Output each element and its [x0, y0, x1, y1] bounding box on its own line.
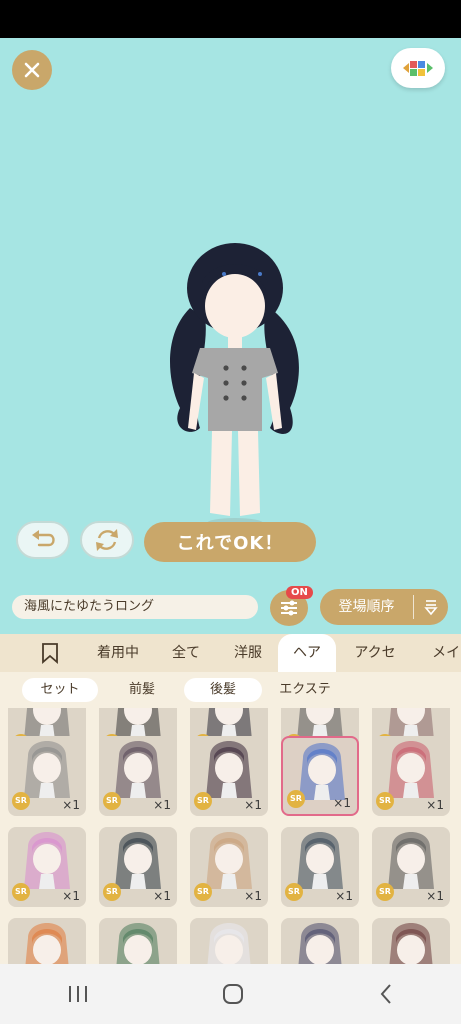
item-quantity: ×1 [426, 798, 444, 812]
hair-subtabs: セット 前髪 後髪 エクステ [0, 672, 461, 708]
item-quantity: ×1 [333, 796, 351, 810]
rarity-badge: SR [287, 790, 305, 808]
hair-thumbnail [389, 923, 433, 964]
color-palette-button[interactable] [391, 48, 445, 88]
undo-button[interactable] [16, 521, 70, 559]
rarity-badge: SR [194, 792, 212, 810]
avatar-figure [170, 243, 299, 528]
item-quantity: ×1 [62, 798, 80, 812]
rarity-badge: SR [194, 883, 212, 901]
sort-direction-toggle[interactable] [414, 598, 448, 616]
item-info-bar: 海風にたゆたうロング ON 登場順序 [0, 580, 461, 634]
hair-item-card[interactable]: SR ×1 [8, 736, 86, 816]
rarity-badge: SR [285, 883, 303, 901]
hair-thumbnail [207, 923, 251, 964]
item-quantity: ×1 [62, 889, 80, 903]
hair-item-card[interactable]: SR×1 [99, 918, 177, 964]
tab-all[interactable]: 全て [160, 634, 212, 672]
undo-icon [32, 530, 55, 547]
hair-item-card[interactable]: SR×1 [281, 918, 359, 964]
rarity-badge: SR [12, 792, 30, 810]
hair-item-card[interactable]: SR ×1 [99, 827, 177, 907]
rarity-badge: SR [103, 883, 121, 901]
close-icon [24, 62, 40, 78]
rarity-badge: SR [103, 792, 121, 810]
selected-item-name: 海風にたゆたうロング [12, 595, 258, 619]
home-icon[interactable] [222, 983, 244, 1005]
hair-item-card[interactable]: SR×1 [190, 918, 268, 964]
item-quantity: ×1 [153, 889, 171, 903]
hair-item-card[interactable]: SR×1 [372, 918, 450, 964]
tab-wearing[interactable]: 着用中 [86, 634, 150, 672]
palette-icon [403, 61, 433, 76]
hair-item-card[interactable]: SR ×1 [190, 736, 268, 816]
android-nav-bar [0, 964, 461, 1024]
hair-item-card[interactable]: SR×1 [8, 918, 86, 964]
hair-thumbnail [116, 923, 160, 964]
close-button[interactable] [12, 50, 52, 90]
item-quantity: ×1 [335, 889, 353, 903]
rarity-badge: SR [376, 792, 394, 810]
hair-thumbnail [25, 923, 69, 964]
item-quantity: ×1 [244, 798, 262, 812]
status-bar [0, 0, 461, 38]
hair-thumbnail [298, 923, 342, 964]
rarity-badge: SR [376, 883, 394, 901]
item-quantity: ×1 [153, 798, 171, 812]
rotate-button[interactable] [80, 521, 134, 559]
confirm-ok-button[interactable]: これでOK！ [144, 522, 316, 562]
item-grid: SR ×1 SR ×1 SR ×1 SR ×1 SR ×1 SR ×1 SR ×1 SR ×1 SR ×1 SR ×1… [0, 708, 461, 964]
sort-label: 登場順序 [320, 595, 414, 619]
hair-item-card[interactable]: SR ×1 [281, 736, 359, 816]
sliders-icon [281, 600, 297, 616]
rarity-badge: SR [12, 883, 30, 901]
tab-makeup[interactable]: メイク [418, 634, 461, 672]
hair-item-card[interactable]: SR ×1 [372, 827, 450, 907]
item-quantity: ×1 [426, 889, 444, 903]
hair-item-card[interactable]: SR ×1 [372, 736, 450, 816]
subtab-set[interactable]: セット [22, 678, 98, 702]
hair-item-card[interactable]: SR ×1 [281, 827, 359, 907]
category-tabs: 着用中 全て 洋服 ヘア アクセ メイク [0, 634, 461, 672]
item-quantity: ×1 [244, 889, 262, 903]
tab-clothes[interactable]: 洋服 [222, 634, 274, 672]
rotate-icon [96, 529, 118, 551]
sort-order-button[interactable]: 登場順序 [320, 589, 448, 625]
subtab-extension[interactable]: エクステ [270, 678, 340, 702]
avatar-stage: これでOK！ [0, 38, 461, 580]
subtab-bangs[interactable]: 前髪 [110, 678, 174, 702]
subtab-back-hair[interactable]: 後髪 [184, 678, 262, 702]
filter-on-badge: ON [286, 586, 313, 599]
tab-bookmark[interactable] [26, 634, 74, 672]
tab-hair[interactable]: ヘア [278, 634, 336, 672]
hair-item-card[interactable]: SR ×1 [190, 827, 268, 907]
sort-desc-icon [424, 600, 438, 616]
back-icon[interactable] [378, 983, 394, 1005]
bookmark-icon [42, 643, 58, 664]
hair-item-card[interactable]: SR ×1 [8, 827, 86, 907]
tab-accessory[interactable]: アクセ [344, 634, 406, 672]
recent-apps-icon[interactable] [67, 984, 89, 1004]
hair-item-card[interactable]: SR ×1 [99, 736, 177, 816]
